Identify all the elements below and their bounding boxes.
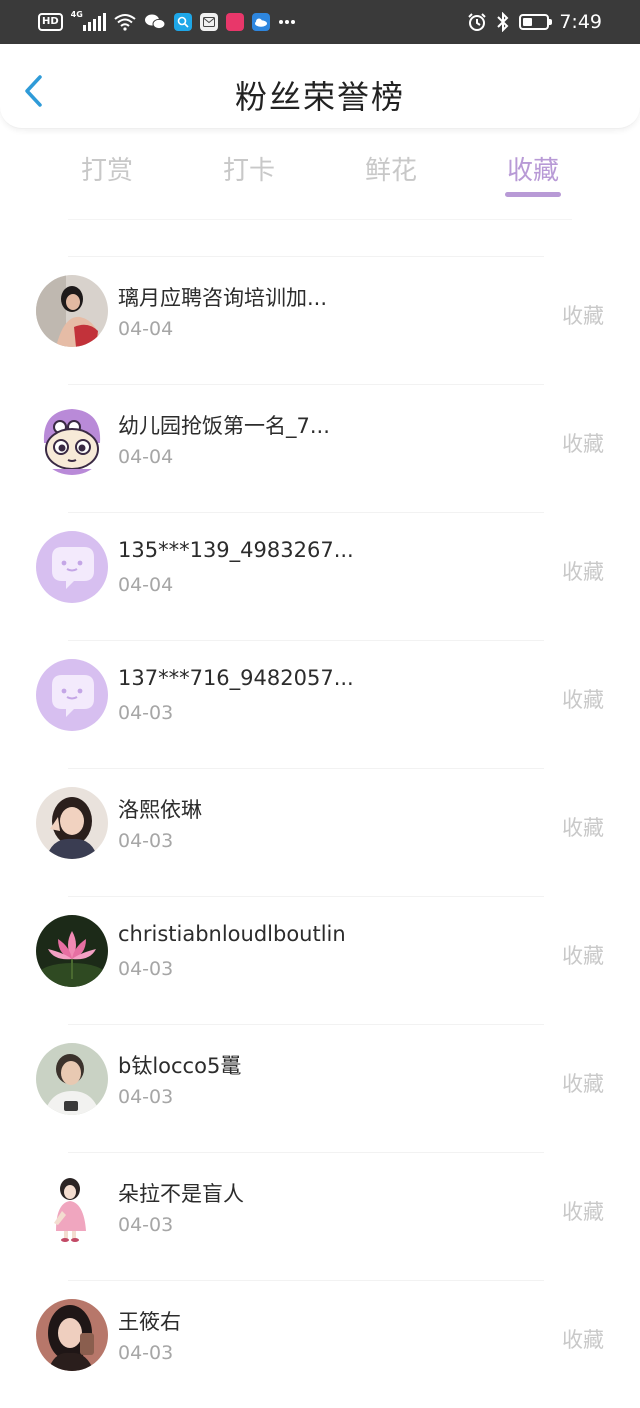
fan-date: 04-03: [118, 1214, 174, 1236]
list-item[interactable]: 朵拉不是盲人 04-03 收藏: [0, 1152, 640, 1280]
list-item[interactable]: 135***139_4983267... 04-04 收藏: [0, 512, 640, 640]
tab-checkin[interactable]: 打卡: [209, 150, 289, 187]
fan-list: 璃月应聘咨询培训加... 04-04 收藏 幼儿园抢饭第一名_7... 04-0…: [0, 256, 640, 1408]
list-item[interactable]: 王筱右 04-03 收藏: [0, 1280, 640, 1408]
list-item[interactable]: christiabnloudlboutlin 04-03 收藏: [0, 896, 640, 1024]
default-chat-avatar[interactable]: [36, 659, 108, 731]
fan-name: 137***716_9482057...: [118, 666, 354, 690]
fan-date: 04-04: [118, 318, 174, 340]
fan-name: 幼儿园抢饭第一名_7...: [118, 414, 330, 438]
list-item[interactable]: 137***716_9482057... 04-03 收藏: [0, 640, 640, 768]
network-type: 4G: [70, 10, 83, 19]
fan-name: 朵拉不是盲人: [118, 1182, 244, 1206]
favorite-label[interactable]: 收藏: [562, 556, 604, 586]
cartoon-avatar[interactable]: [36, 403, 108, 475]
fan-date: 04-04: [118, 446, 174, 468]
fan-date: 04-03: [118, 830, 174, 852]
favorite-label[interactable]: 收藏: [562, 300, 604, 330]
photo-avatar-1[interactable]: [36, 275, 108, 347]
fan-date: 04-03: [118, 958, 174, 980]
favorite-label[interactable]: 收藏: [562, 1324, 604, 1354]
search-app-icon: [173, 13, 192, 31]
tab-bar: 打赏 打卡 鲜花 收藏: [0, 140, 640, 210]
fan-name: b钛locco5鼍: [118, 1054, 242, 1078]
active-tab-indicator: [505, 192, 561, 197]
list-item[interactable]: 洛熙依琳 04-03 收藏: [0, 768, 640, 896]
list-item[interactable]: 幼儿园抢饭第一名_7... 04-04 收藏: [0, 384, 640, 512]
favorite-label[interactable]: 收藏: [562, 940, 604, 970]
lotus-avatar[interactable]: [36, 915, 108, 987]
battery-icon: [519, 14, 553, 30]
weather-app-icon: [251, 13, 270, 31]
favorite-label[interactable]: 收藏: [562, 1196, 604, 1226]
fan-name: 璃月应聘咨询培训加...: [118, 286, 328, 310]
tab-reward[interactable]: 打赏: [67, 150, 147, 187]
fan-name: christiabnloudlboutlin: [118, 922, 346, 946]
fan-date: 04-03: [118, 1086, 174, 1108]
fan-date: 04-04: [118, 574, 174, 596]
favorite-label[interactable]: 收藏: [562, 812, 604, 842]
fan-name: 王筱右: [118, 1310, 181, 1334]
list-item[interactable]: 璃月应聘咨询培训加... 04-04 收藏: [0, 256, 640, 384]
illustration-avatar[interactable]: [36, 1171, 108, 1243]
wifi-icon: [114, 14, 136, 31]
fan-date: 04-03: [118, 702, 174, 724]
favorite-label[interactable]: 收藏: [562, 428, 604, 458]
nav-header: 粉丝荣誉榜: [0, 44, 640, 129]
page-title: 粉丝荣誉榜: [234, 78, 405, 116]
alarm-icon: [468, 13, 487, 31]
list-item[interactable]: b钛locco5鼍 04-03 收藏: [0, 1024, 640, 1152]
tab-flowers[interactable]: 鲜花: [351, 150, 431, 187]
status-right-icons: 7:49: [467, 10, 602, 34]
mail-app-icon: [199, 13, 218, 31]
default-chat-avatar[interactable]: [36, 531, 108, 603]
wechat-icon: [144, 14, 166, 30]
favorite-label[interactable]: 收藏: [562, 684, 604, 714]
more-icon: [278, 20, 295, 24]
divider: [68, 219, 572, 220]
fan-date: 04-03: [118, 1342, 174, 1364]
photo-avatar-3[interactable]: [36, 1043, 108, 1115]
fan-name: 洛熙依琳: [118, 798, 202, 822]
favorite-label[interactable]: 收藏: [562, 1068, 604, 1098]
bluetooth-icon: [497, 12, 509, 32]
clock: 7:49: [559, 11, 602, 33]
photo-avatar-2[interactable]: [36, 787, 108, 859]
photo-avatar-4[interactable]: [36, 1299, 108, 1371]
status-bar: HD 4G 7:49: [0, 0, 640, 44]
hd-icon: HD: [38, 13, 63, 31]
status-left-icons: HD 4G: [38, 10, 296, 34]
signal-icon: 4G: [70, 10, 106, 31]
shop-app-icon: [225, 13, 244, 31]
fan-name: 135***139_4983267...: [118, 538, 354, 562]
tab-favorites[interactable]: 收藏: [493, 150, 573, 187]
